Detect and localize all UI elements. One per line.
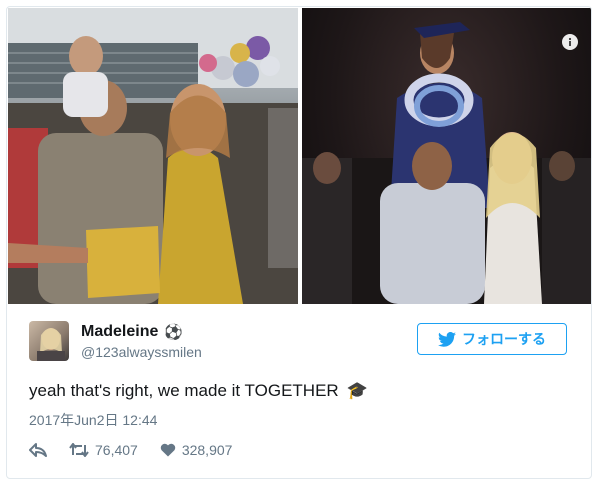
- photo-graduation-now[interactable]: [302, 8, 591, 304]
- photo-graduation-then-illustration: [8, 8, 298, 304]
- tweet-media[interactable]: [8, 8, 591, 304]
- avatar-illustration: [37, 328, 65, 361]
- like-count: 328,907: [181, 442, 233, 458]
- tweet-body: Madeleine ⚽ @123alwayssmilen フォローする yeah…: [29, 311, 573, 458]
- avatar[interactable]: [29, 321, 69, 361]
- retweet-icon: [69, 443, 89, 457]
- reply-icon: [29, 443, 47, 457]
- follow-button-label: フォローする: [462, 331, 546, 347]
- display-name-text: Madeleine: [81, 323, 159, 340]
- like-button[interactable]: 328,907: [160, 442, 233, 458]
- reply-button[interactable]: [29, 443, 47, 457]
- display-name[interactable]: Madeleine ⚽: [81, 323, 202, 341]
- heart-icon: [160, 443, 176, 457]
- author-names: Madeleine ⚽ @123alwayssmilen: [81, 323, 202, 360]
- info-icon-glyph: [568, 37, 572, 46]
- retweet-count: 76,407: [95, 442, 138, 458]
- tweet-text-content: yeah that's right, we made it TOGETHER: [29, 381, 339, 400]
- twitter-bird-icon: [438, 331, 456, 347]
- tweet-header: Madeleine ⚽ @123alwayssmilen フォローする: [29, 311, 573, 367]
- user-handle[interactable]: @123alwayssmilen: [81, 344, 202, 360]
- photo-graduation-then[interactable]: [8, 8, 298, 304]
- retweet-button[interactable]: 76,407: [69, 442, 138, 458]
- tweet-actions: 76,407 328,907: [29, 442, 254, 458]
- info-icon[interactable]: [562, 34, 578, 50]
- follow-button[interactable]: フォローする: [417, 323, 567, 355]
- tweet-timestamp[interactable]: 2017年Jun2日 12:44: [29, 410, 157, 430]
- tweet-text: yeah that's right, we made it TOGETHER 🎓: [29, 381, 368, 401]
- soccer-ball-icon: ⚽: [164, 324, 184, 341]
- graduation-cap-icon: 🎓: [346, 381, 368, 400]
- embedded-tweet-card: Madeleine ⚽ @123alwayssmilen フォローする yeah…: [6, 6, 592, 479]
- photo-graduation-now-illustration: [302, 22, 591, 304]
